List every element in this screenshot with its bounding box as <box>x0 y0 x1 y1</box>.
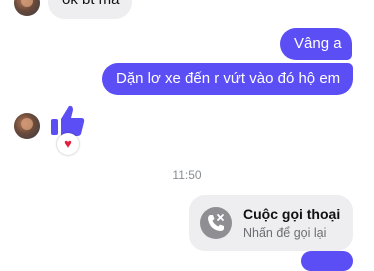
voice-call-card[interactable]: Cuộc gọi thoại Nhấn để gọi lại <box>189 195 353 251</box>
heart-icon: ♥ <box>64 136 72 151</box>
contact-avatar[interactable] <box>14 113 40 139</box>
heart-reaction[interactable]: ♥ <box>57 133 79 155</box>
incoming-message[interactable]: ok bt mà <box>48 0 132 19</box>
call-subtitle: Nhấn để gọi lại <box>243 226 327 240</box>
contact-avatar[interactable] <box>14 0 40 16</box>
outgoing-message[interactable]: Vâng a <box>280 28 352 60</box>
message-timestamp: 11:50 <box>172 168 202 182</box>
outgoing-message[interactable]: Dặn lơ xe đến r vứt vào đó hộ em <box>102 63 353 95</box>
missed-call-icon <box>200 207 232 239</box>
call-title: Cuộc gọi thoại <box>243 206 341 222</box>
outgoing-message-partial[interactable] <box>301 251 353 271</box>
